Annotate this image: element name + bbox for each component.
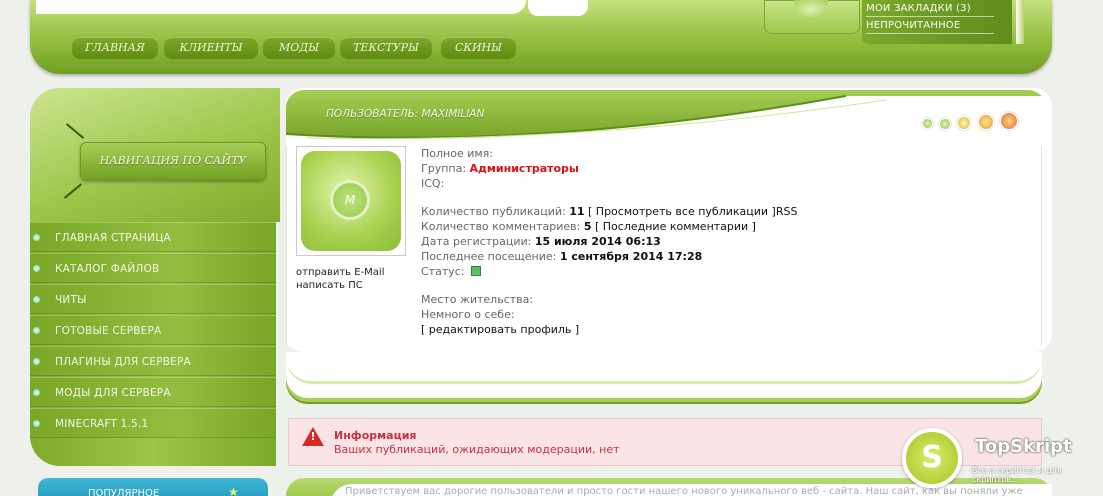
- sidebar-item-label: ГЛАВНАЯ СТРАНИЦА: [55, 232, 171, 244]
- publications-row: Количество публикаций: 11 [ Просмотреть …: [421, 205, 797, 218]
- group-row: Группа: Администраторы: [421, 162, 579, 175]
- profile-title: ПОЛЬЗОВАТЕЛЬ: MAXIMILIAN: [326, 108, 485, 120]
- group-label: Группа:: [421, 162, 467, 175]
- nav-textures-button[interactable]: ТЕКСТУРЫ: [340, 37, 432, 59]
- send-pm-link[interactable]: написать ПС: [296, 280, 363, 291]
- about-row: Немного о себе:: [421, 308, 515, 321]
- sidebar-item-label: ГОТОВЫЕ СЕРВЕРА: [55, 325, 162, 337]
- last-visit-row: Последнее посещение: 1 сентября 2014 17:…: [421, 250, 702, 263]
- unread-link[interactable]: НЕПРОЧИТАННОЕ: [866, 20, 994, 34]
- nav-mods-button[interactable]: МОДЫ: [263, 37, 335, 59]
- group-value: Администраторы: [469, 162, 579, 175]
- sidebar-item-minecraft[interactable]: MINECRAFT 1.5.1: [30, 408, 276, 438]
- icq-label: ICQ:: [421, 177, 445, 190]
- profile-footer-decoration: [286, 348, 1042, 384]
- star-icon: ★: [228, 485, 239, 496]
- status-label: Статус:: [421, 265, 465, 278]
- sidebar-item-servers[interactable]: ГОТОВЫЕ СЕРВЕРА: [30, 315, 276, 345]
- rating-dot-icon[interactable]: [957, 116, 971, 130]
- status-row: Статус:: [421, 265, 482, 278]
- popular-title: ПОПУЛЯРНОЕ: [88, 488, 160, 496]
- nav-clients-button[interactable]: КЛИЕНТЫ: [164, 37, 258, 59]
- registration-row: Дата регистрации: 15 июля 2014 06:13: [421, 235, 661, 248]
- watermark-tagline: Все о скриптах и для скриптов...: [972, 466, 1062, 484]
- sidebar-title: НАВИГАЦИЯ ПО САЙТУ: [99, 154, 247, 167]
- registration-label: Дата регистрации:: [421, 235, 532, 248]
- rating-dot-icon[interactable]: [922, 118, 933, 129]
- residence-row: Место жительства:: [421, 293, 533, 306]
- fullname-label: Полное имя:: [421, 147, 493, 160]
- online-status-icon: [471, 266, 482, 276]
- header-white-area-right: [528, 0, 588, 16]
- watermark-brand: TopSkript: [975, 436, 1072, 457]
- rating-dot-icon[interactable]: [939, 118, 951, 130]
- header-scrollbar[interactable]: [1016, 0, 1024, 44]
- comments-label: Количество комментариев:: [421, 220, 581, 233]
- comments-row: Количество комментариев: 5 [ Последние к…: [421, 220, 756, 233]
- alert-title: Информация: [334, 429, 417, 442]
- rating-dot-icon[interactable]: [978, 114, 994, 130]
- sidebar-item-label: КАТАЛОГ ФАЙЛОВ: [55, 263, 160, 275]
- sidebar-item-plugins[interactable]: ПЛАГИНЫ ДЛЯ СЕРВЕРА: [30, 346, 276, 376]
- comments-count: 5: [583, 220, 592, 233]
- alert-text: Ваших публикаций, ожидающих модерации, н…: [334, 443, 620, 456]
- sidebar-item-server-mods[interactable]: МОДЫ ДЛЯ СЕРВЕРА: [30, 377, 276, 407]
- bullet-icon: [33, 420, 40, 427]
- bullet-icon: [33, 296, 40, 303]
- residence-label: Место жительства:: [421, 293, 534, 306]
- rating-dot-icon[interactable]: [1000, 112, 1018, 130]
- header-white-area: [36, 0, 526, 14]
- edit-profile-link[interactable]: [ редактировать профиль ]: [421, 323, 579, 336]
- last-visit-label: Последнее посещение:: [421, 250, 557, 263]
- sidebar-item-cheats[interactable]: ЧИТЫ: [30, 284, 276, 314]
- bookmarks-link[interactable]: МОИ ЗАКЛАДКИ (3): [866, 3, 994, 17]
- sidebar-item-label: ЧИТЫ: [55, 294, 87, 306]
- avatar-letter: M: [344, 193, 356, 207]
- bullet-icon: [33, 389, 40, 396]
- registration-date: 15 июля 2014 06:13: [534, 235, 661, 248]
- warning-icon-mark: !: [310, 430, 316, 443]
- last-comments-link[interactable]: [ Последние комментарии ]: [595, 220, 756, 233]
- nav-home-button[interactable]: ГЛАВНАЯ: [72, 37, 158, 59]
- publications-count: 11: [569, 205, 585, 218]
- bullet-icon: [33, 358, 40, 365]
- sidebar-item-label: МОДЫ ДЛЯ СЕРВЕРА: [55, 387, 171, 399]
- rss-link[interactable]: RSS: [776, 205, 798, 218]
- bullet-icon: [33, 327, 40, 334]
- last-visit-date: 1 сентября 2014 17:28: [559, 250, 703, 263]
- sidebar-item-catalog[interactable]: КАТАЛОГ ФАЙЛОВ: [30, 253, 276, 283]
- about-label: Немного о себе:: [421, 308, 515, 321]
- publications-label: Количество публикаций:: [421, 205, 566, 218]
- icq-row: ICQ:: [421, 177, 444, 190]
- send-email-link[interactable]: отправить E-Mail: [296, 267, 385, 278]
- sidebar-item-label: MINECRAFT 1.5.1: [55, 418, 149, 430]
- watermark-letter: S: [921, 440, 943, 475]
- bullet-icon: [33, 265, 40, 272]
- fullname-row: Полное имя:: [421, 147, 493, 160]
- sidebar-item-home[interactable]: ГЛАВНАЯ СТРАНИЦА: [30, 222, 276, 252]
- bullet-icon: [33, 234, 40, 241]
- all-publications-link[interactable]: [ Просмотреть все публикации ]: [588, 205, 776, 218]
- welcome-text: Приветствуем вас дорогие пользователи и …: [345, 486, 1025, 496]
- sidebar-item-label: ПЛАГИНЫ ДЛЯ СЕРВЕРА: [55, 356, 191, 368]
- nav-skins-button[interactable]: СКИНЫ: [441, 37, 516, 59]
